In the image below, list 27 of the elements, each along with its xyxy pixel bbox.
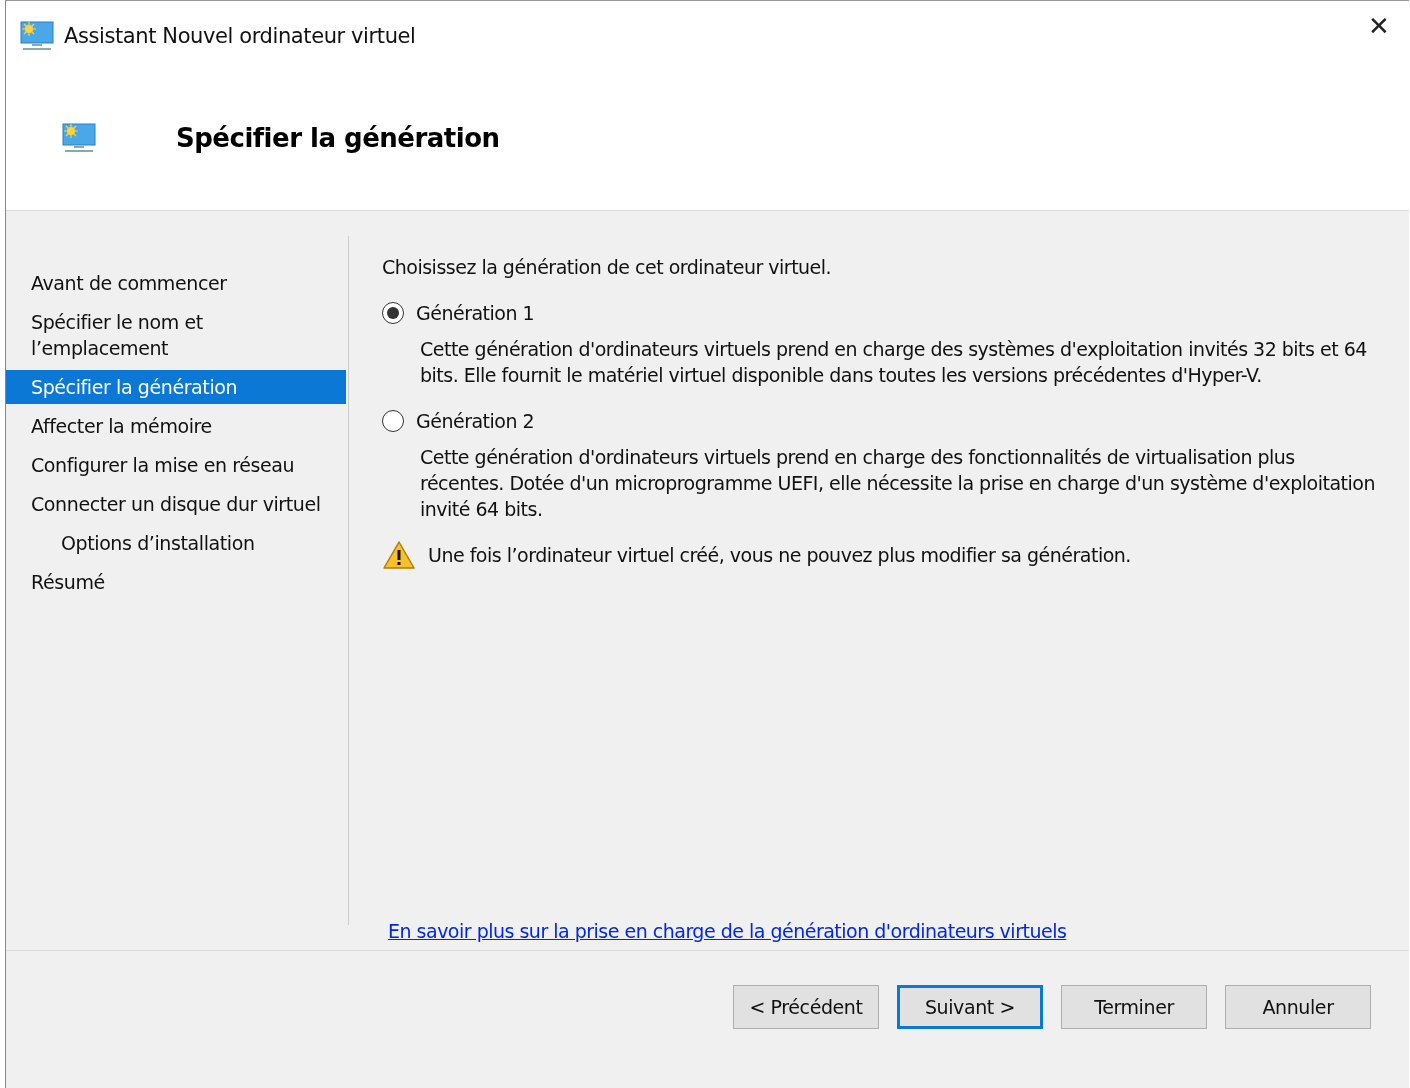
wizard-button[interactable]: Terminer	[1061, 985, 1207, 1029]
sidebar-item[interactable]: Connecter un disque dur virtuel	[6, 487, 346, 521]
page-heading: Spécifier la génération	[176, 123, 500, 153]
sidebar-item[interactable]: Options d’installation	[6, 526, 346, 560]
sidebar-item[interactable]: Configurer la mise en réseau	[6, 448, 346, 482]
wizard-button[interactable]: Annuler	[1225, 985, 1371, 1029]
sidebar-item[interactable]: Résumé	[6, 565, 346, 599]
monitor-icon	[62, 123, 96, 153]
close-button[interactable]: ✕	[1349, 1, 1409, 41]
radio-button[interactable]	[382, 302, 404, 324]
sidebar-item[interactable]: Affecter la mémoire	[6, 409, 346, 443]
sidebar-item[interactable]: Avant de commencer	[6, 266, 346, 300]
wizard-button[interactable]: < Précédent	[733, 985, 879, 1029]
instruction-text: Choisissez la génération de cet ordinateur virtuel.	[382, 255, 833, 280]
sidebar-item[interactable]: Spécifier la génération	[6, 370, 346, 404]
sidebar-item[interactable]: Spécifier le nom et l’emplacement	[6, 305, 346, 365]
option-description: Cette génération d'ordinateurs virtuels prend en charge des fonctionnalités de virtualisation plus récentes. Dotée d'un microprogramme UEFI, elle nécessite la prise en charge d'un système d'exploitation invité 64 bits.	[420, 445, 1376, 522]
radio-label[interactable]: Génération 2	[416, 410, 535, 432]
radio-label[interactable]: Génération 1	[416, 302, 535, 324]
radio-button[interactable]	[382, 410, 404, 432]
option-description: Cette génération d'ordinateurs virtuels prend en charge des systèmes d'exploitation invités 32 bits et 64 bits. Elle fournit le matériel virtuel disponible dans toutes les versions précédentes d'Hyper-V.	[420, 337, 1368, 388]
warning-icon	[382, 540, 416, 570]
window-title: Assistant Nouvel ordinateur virtuel	[64, 24, 417, 48]
monitor-icon	[20, 21, 54, 51]
warning-text: Une fois l’ordinateur virtuel créé, vous ne pouvez plus modifier sa génération.	[428, 543, 1131, 568]
wizard-button[interactable]: Suivant >	[897, 985, 1043, 1029]
help-link[interactable]: En savoir plus sur la prise en charge de la génération d'ordinateurs virtuels	[388, 920, 1067, 942]
